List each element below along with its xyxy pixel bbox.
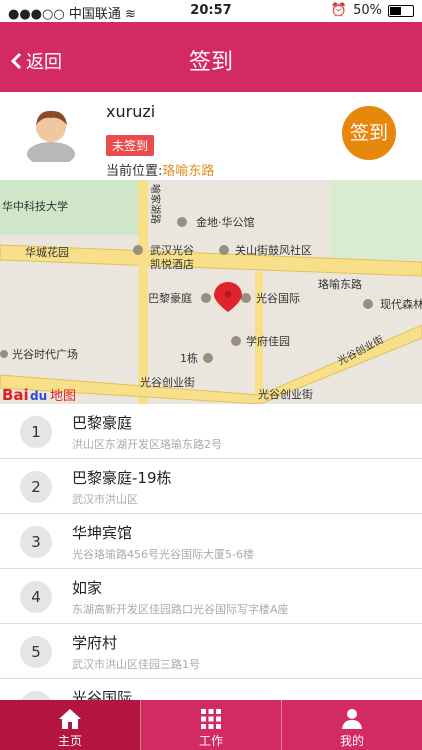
battery-area: ⏰ 50% <box>331 3 414 18</box>
map-canvas[interactable]: 华中科技大学 喻家湖路 金地·华公馆 华城花园 武汉光谷 凯悦酒店 关山街鼓风社… <box>0 180 422 404</box>
svg-text:du: du <box>30 389 47 403</box>
item-number: 4 <box>20 581 52 613</box>
place-name: 巴黎豪庭 <box>72 414 133 432</box>
item-number: 5 <box>20 636 52 668</box>
map-label: 1栋 <box>180 351 198 365</box>
baidu-map-logo: Bai du 地图 <box>2 386 76 404</box>
list-item[interactable]: 2 巴黎豪庭-19栋 武汉市洪山区 <box>0 459 422 514</box>
map-label: 光谷时代广场 <box>12 347 78 361</box>
current-location: 当前位置:珞喻东路 <box>106 160 214 179</box>
map-label: 金地·华公馆 <box>196 215 255 229</box>
map-label: 现代森林 <box>380 297 422 311</box>
map-label: 华城花园 <box>25 245 69 259</box>
avatar <box>27 110 75 162</box>
map-label: 学府佳园 <box>246 334 290 348</box>
battery-icon <box>388 4 414 17</box>
map-label: 凯悦酒店 <box>150 257 194 271</box>
svg-text:地图: 地图 <box>50 389 76 404</box>
place-name: 学府村 <box>72 634 118 652</box>
username: xuruzi <box>106 102 156 121</box>
map-label: 喻家湖路 <box>149 184 162 224</box>
tab-label: 工作 <box>198 734 223 748</box>
place-address: 武汉市洪山区佳园三路1号 <box>72 658 200 671</box>
map-label: 光谷国际 <box>256 291 300 305</box>
map-label: 华中科技大学 <box>2 199 68 213</box>
place-name: 华坤宾馆 <box>72 524 133 542</box>
list-item[interactable]: 3 华坤宾馆 光谷珞瑜路456号光谷国际大厦5-6楼 <box>0 514 422 569</box>
grid-icon <box>201 709 221 729</box>
place-name: 光谷国际 <box>72 689 133 700</box>
battery-percent: 50% <box>353 3 382 18</box>
sign-in-button[interactable]: 签到 <box>342 106 396 160</box>
place-address: 洪山区东湖开发区珞瑜东路2号 <box>72 438 222 451</box>
tab-work[interactable]: 工作 <box>141 700 282 750</box>
map-label: 珞喻东路 <box>318 277 362 291</box>
place-name: 巴黎豪庭-19栋 <box>72 469 172 487</box>
status-bar: ●●●○○ 中国联通 ≋ 20:57 ⏰ 50% <box>0 0 422 22</box>
item-number: 6 <box>20 691 52 700</box>
place-address: 武汉市洪山区 <box>72 493 138 506</box>
location-value: 珞喻东路 <box>162 164 215 179</box>
tab-bar: 主页 工作 我的 <box>0 700 422 750</box>
place-name: 如家 <box>72 579 103 597</box>
nearby-places-list: 1 巴黎豪庭 洪山区东湖开发区珞瑜东路2号 2 巴黎豪庭-19栋 武汉市洪山区 … <box>0 404 422 700</box>
profile-card: xuruzi 未签到 当前位置:珞喻东路 签到 <box>0 92 422 180</box>
list-item[interactable]: 4 如家 东湖高新开发区佳园路口光谷国际写字楼A座 <box>0 569 422 624</box>
list-item[interactable]: 6 光谷国际 <box>0 679 422 700</box>
park-area <box>330 180 422 260</box>
map-label: 光谷创业街 <box>258 387 313 401</box>
map-label: 关山街鼓风社区 <box>235 243 312 257</box>
user-icon <box>342 709 362 729</box>
map-label: 武汉光谷 <box>150 243 194 257</box>
page-title: 签到 <box>188 50 233 75</box>
list-item[interactable]: 1 巴黎豪庭 洪山区东湖开发区珞瑜东路2号 <box>0 404 422 459</box>
vertical-road <box>138 180 148 404</box>
status-badge: 未签到 <box>106 135 155 156</box>
item-number: 2 <box>20 471 52 503</box>
tab-me[interactable]: 我的 <box>282 700 422 750</box>
tab-home[interactable]: 主页 <box>0 700 141 750</box>
tab-label: 主页 <box>57 734 82 748</box>
item-number: 1 <box>20 416 52 448</box>
location-label: 当前位置: <box>106 164 163 179</box>
list-item[interactable]: 5 学府村 武汉市洪山区佳园三路1号 <box>0 624 422 679</box>
item-number: 3 <box>20 526 52 558</box>
home-icon <box>59 709 81 729</box>
tab-label: 我的 <box>339 734 364 748</box>
navigation-bar: 返回 签到 <box>0 22 422 92</box>
place-address: 东湖高新开发区佳园路口光谷国际写字楼A座 <box>72 603 289 616</box>
map-label: 巴黎豪庭 <box>148 291 192 305</box>
map-label: 光谷创业街 <box>140 375 195 389</box>
svg-text:Bai: Bai <box>2 386 29 404</box>
map-view[interactable]: 华中科技大学 喻家湖路 金地·华公馆 华城花园 武汉光谷 凯悦酒店 关山街鼓风社… <box>0 180 422 404</box>
alarm-icon: ⏰ <box>330 3 348 18</box>
place-address: 光谷珞瑜路456号光谷国际大厦5-6楼 <box>72 548 254 561</box>
